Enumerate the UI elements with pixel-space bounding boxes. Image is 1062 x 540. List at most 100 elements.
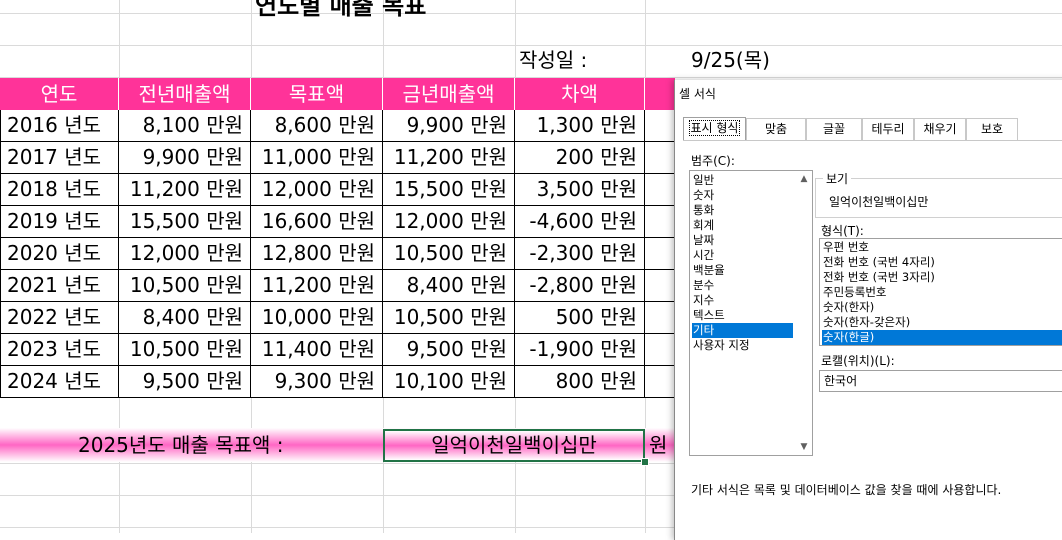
- type-item[interactable]: 숫자(한글): [822, 330, 1062, 345]
- cell-diff[interactable]: 500 만원: [515, 302, 645, 334]
- cell-prev-sales[interactable]: 9,500 만원: [119, 366, 251, 398]
- cell-extra[interactable]: [645, 174, 675, 206]
- cell-year[interactable]: 2018 년도: [0, 174, 119, 206]
- target-label[interactable]: 2025년도 매출 목표액 :: [78, 430, 284, 460]
- cell-prev-sales[interactable]: 8,400 만원: [119, 302, 251, 334]
- target-suffix[interactable]: 원: [649, 430, 667, 460]
- category-item[interactable]: 지수: [692, 293, 793, 308]
- cell-prev-sales[interactable]: 8,100 만원: [119, 110, 251, 142]
- selected-cell-target-value[interactable]: 일억이천일백이십만: [383, 429, 645, 462]
- tab-alignment[interactable]: 맞춤: [746, 118, 806, 140]
- cell-diff[interactable]: -2,800 만원: [515, 270, 645, 302]
- cell-extra[interactable]: [645, 142, 675, 174]
- type-listbox[interactable]: 우편 번호 전화 번호 (국번 4자리) 전화 번호 (국번 3자리) 주민등록번호 숫…: [819, 238, 1062, 346]
- cell-prev-sales[interactable]: 10,500 만원: [119, 334, 251, 366]
- cell-extra[interactable]: [645, 270, 675, 302]
- sheet-title[interactable]: 연도별 매출 목표: [255, 0, 426, 21]
- tab-number[interactable]: 표시 형식: [683, 117, 746, 141]
- type-item[interactable]: 우편 번호: [822, 240, 1062, 255]
- header-diff[interactable]: 차액: [515, 78, 645, 110]
- scroll-up-icon[interactable]: ▲: [798, 173, 810, 185]
- category-item[interactable]: 일반: [692, 173, 793, 188]
- cell-target[interactable]: 10,000 만원: [251, 302, 383, 334]
- category-listbox[interactable]: 일반 숫자 통화 회계 날짜 시간 백분율 분수 지수 텍스트 기타 사용자 지정 ▲ ▼: [689, 170, 813, 456]
- type-item[interactable]: 주민등록번호: [822, 285, 1062, 300]
- tab-border[interactable]: 테두리: [862, 118, 914, 140]
- cell-curr-sales[interactable]: 9,500 만원: [383, 334, 515, 366]
- date-label[interactable]: 작성일 :: [519, 45, 587, 76]
- cell-year[interactable]: 2023 년도: [0, 334, 119, 366]
- cell-target[interactable]: 8,600 만원: [251, 110, 383, 142]
- cell-curr-sales[interactable]: 10,500 만원: [383, 302, 515, 334]
- header-year[interactable]: 연도: [0, 78, 119, 110]
- category-item[interactable]: 기타: [692, 323, 793, 338]
- category-item[interactable]: 텍스트: [692, 308, 793, 323]
- cell-year[interactable]: 2021 년도: [0, 270, 119, 302]
- cell-diff[interactable]: 800 만원: [515, 366, 645, 398]
- category-item[interactable]: 사용자 지정: [692, 338, 793, 353]
- locale-select[interactable]: 한국어: [819, 370, 1062, 392]
- type-label: 형식(T):: [821, 224, 864, 238]
- category-item[interactable]: 분수: [692, 278, 793, 293]
- category-item[interactable]: 숫자: [692, 188, 793, 203]
- category-item[interactable]: 회계: [692, 218, 793, 233]
- cell-extra[interactable]: [645, 334, 675, 366]
- cell-diff[interactable]: 1,300 만원: [515, 110, 645, 142]
- cell-prev-sales[interactable]: 12,000 만원: [119, 238, 251, 270]
- cell-prev-sales[interactable]: 15,500 만원: [119, 206, 251, 238]
- cell-year[interactable]: 2017 년도: [0, 142, 119, 174]
- cell-prev-sales[interactable]: 10,500 만원: [119, 270, 251, 302]
- cell-curr-sales[interactable]: 15,500 만원: [383, 174, 515, 206]
- cell-extra[interactable]: [645, 206, 675, 238]
- cell-diff[interactable]: 3,500 만원: [515, 174, 645, 206]
- header-target[interactable]: 목표액: [251, 78, 383, 110]
- cell-extra[interactable]: [645, 366, 675, 398]
- cell-curr-sales[interactable]: 10,500 만원: [383, 238, 515, 270]
- type-item[interactable]: 전화 번호 (국번 4자리): [822, 255, 1062, 270]
- type-item[interactable]: 숫자(한자): [822, 300, 1062, 315]
- gridline: [0, 13, 1062, 14]
- cell-year[interactable]: 2019 년도: [0, 206, 119, 238]
- cell-diff[interactable]: -2,300 만원: [515, 238, 645, 270]
- cell-prev-sales[interactable]: 9,900 만원: [119, 142, 251, 174]
- cell-target[interactable]: 11,400 만원: [251, 334, 383, 366]
- fill-handle[interactable]: [641, 458, 649, 466]
- header-extra[interactable]: [645, 78, 675, 110]
- cell-diff[interactable]: 200 만원: [515, 142, 645, 174]
- cell-target[interactable]: 9,300 만원: [251, 366, 383, 398]
- tab-font[interactable]: 글꼴: [806, 118, 862, 140]
- category-item[interactable]: 통화: [692, 203, 793, 218]
- cell-extra[interactable]: [645, 238, 675, 270]
- cell-year[interactable]: 2016 년도: [0, 110, 119, 142]
- scroll-down-icon[interactable]: ▼: [798, 441, 810, 453]
- cell-target[interactable]: 12,800 만원: [251, 238, 383, 270]
- cell-diff[interactable]: -1,900 만원: [515, 334, 645, 366]
- cell-year[interactable]: 2024 년도: [0, 366, 119, 398]
- cell-curr-sales[interactable]: 9,900 만원: [383, 110, 515, 142]
- cell-target[interactable]: 16,600 만원: [251, 206, 383, 238]
- tab-protection[interactable]: 보호: [966, 118, 1018, 140]
- cell-target[interactable]: 11,200 만원: [251, 270, 383, 302]
- type-item[interactable]: 전화 번호 (국번 3자리): [822, 270, 1062, 285]
- cell-curr-sales[interactable]: 8,400 만원: [383, 270, 515, 302]
- cell-year[interactable]: 2020 년도: [0, 238, 119, 270]
- date-value[interactable]: 9/25(목): [691, 45, 770, 76]
- cell-curr-sales[interactable]: 10,100 만원: [383, 366, 515, 398]
- category-item[interactable]: 시간: [692, 248, 793, 263]
- cell-diff[interactable]: -4,600 만원: [515, 206, 645, 238]
- cell-extra[interactable]: [645, 110, 675, 142]
- cell-year[interactable]: 2022 년도: [0, 302, 119, 334]
- header-prev-sales[interactable]: 전년매출액: [119, 78, 251, 110]
- type-item[interactable]: 숫자(한자-갖은자): [822, 315, 1062, 330]
- cell-target[interactable]: 12,000 만원: [251, 174, 383, 206]
- cell-target[interactable]: 11,000 만원: [251, 142, 383, 174]
- tab-fill[interactable]: 채우기: [914, 118, 966, 140]
- preview-value: 일억이천일백이십만: [829, 195, 929, 209]
- category-item[interactable]: 백분율: [692, 263, 793, 278]
- cell-curr-sales[interactable]: 11,200 만원: [383, 142, 515, 174]
- cell-prev-sales[interactable]: 11,200 만원: [119, 174, 251, 206]
- category-item[interactable]: 날짜: [692, 233, 793, 248]
- header-curr-sales[interactable]: 금년매출액: [383, 78, 515, 110]
- cell-extra[interactable]: [645, 302, 675, 334]
- cell-curr-sales[interactable]: 12,000 만원: [383, 206, 515, 238]
